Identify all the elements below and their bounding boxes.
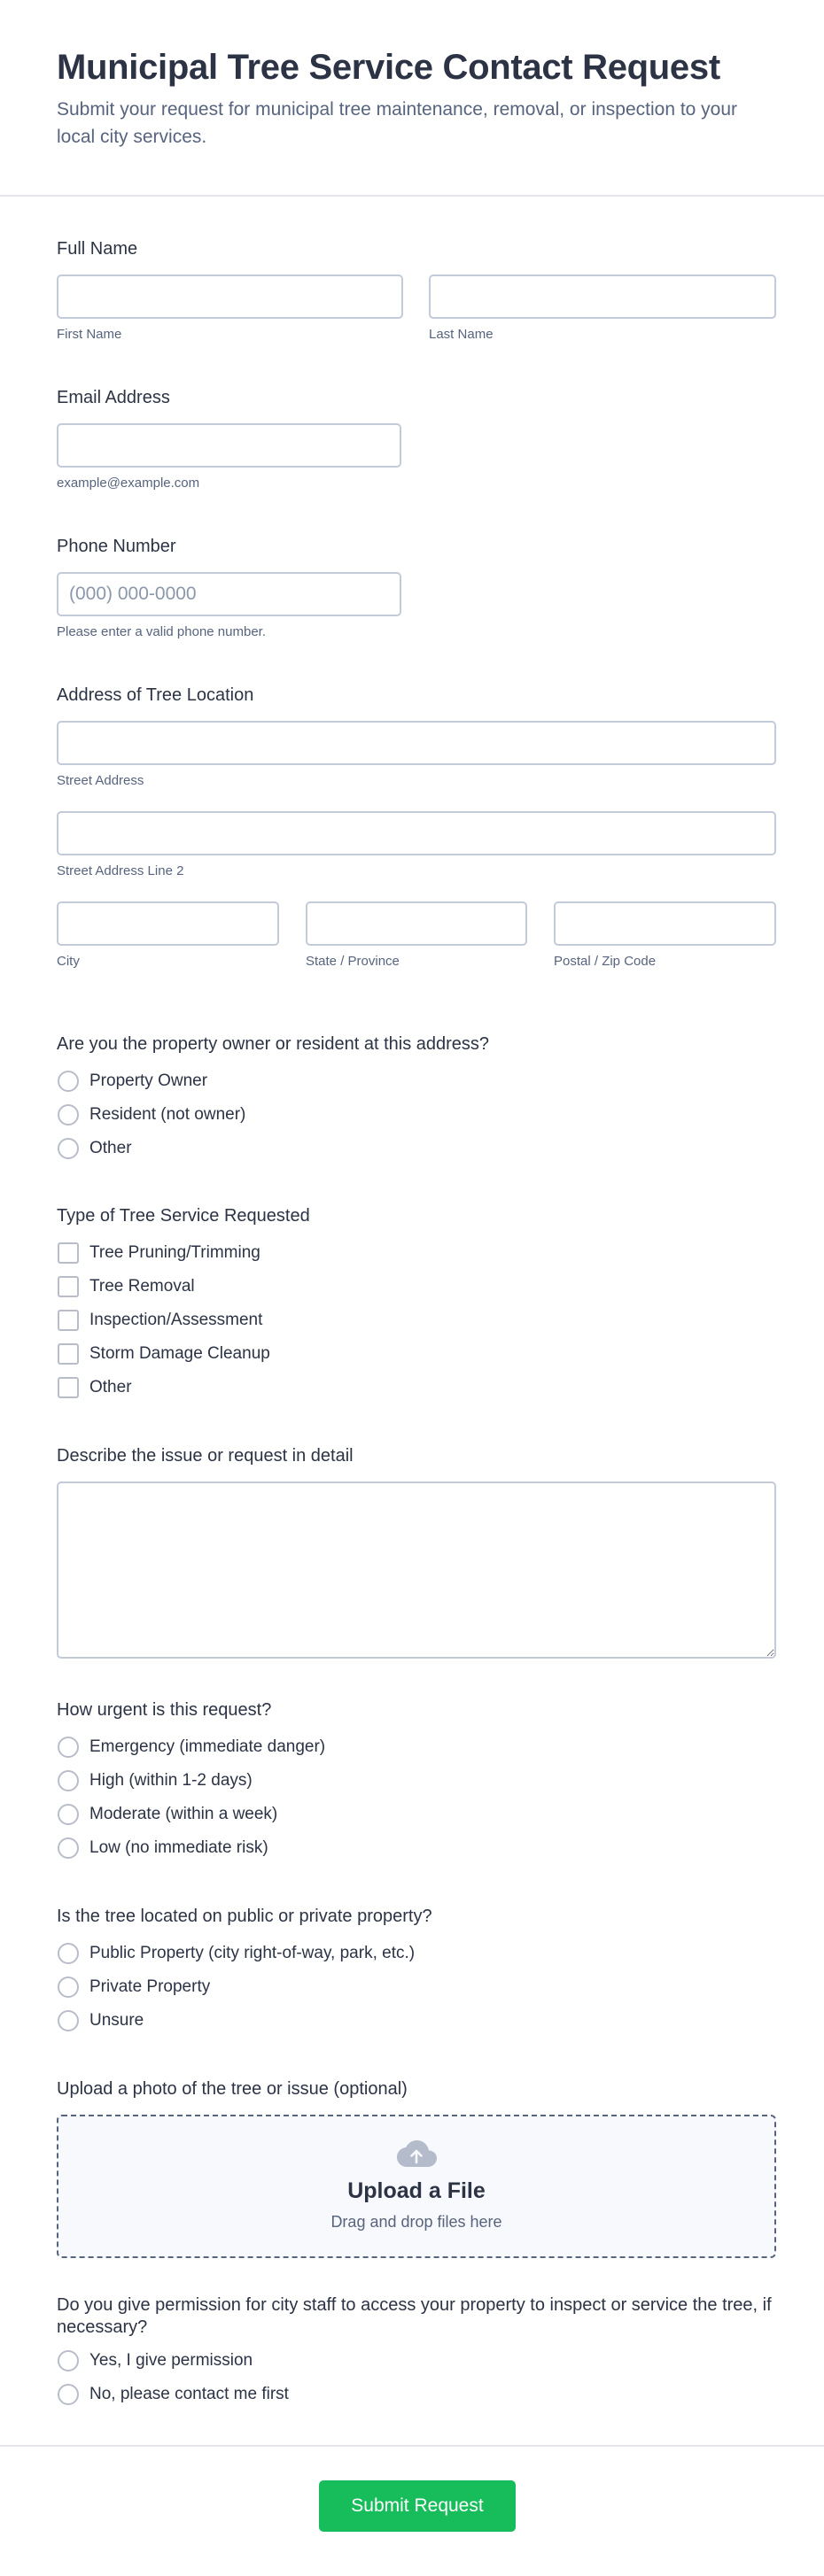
service-option-pruning[interactable]: Tree Pruning/Trimming [57,1236,776,1270]
phone-input[interactable] [57,572,401,616]
street-address-sublabel: Street Address [57,773,144,788]
radio-button[interactable] [58,1770,79,1791]
radio-button[interactable] [58,1104,79,1126]
permission-label: Do you give permission for city staff to… [57,2295,772,2337]
service-option-removal[interactable]: Tree Removal [57,1270,776,1303]
radio-button[interactable] [58,1837,79,1859]
city-sublabel: City [57,954,80,969]
radio-button[interactable] [58,2010,79,2031]
form-footer: Submit Request [0,2445,824,2576]
upload-label: Upload a photo of the tree or issue (opt… [57,2079,408,2099]
service-type-label: Type of Tree Service Requested [57,1206,310,1226]
email-sublabel: example@example.com [57,476,200,491]
address-field-group: Address of Tree Location Street Address … [57,684,776,971]
zip-sublabel: Postal / Zip Code [554,954,657,969]
service-option-storm-damage[interactable]: Storm Damage Cleanup [57,1337,776,1371]
service-option-inspection[interactable]: Inspection/Assessment [57,1303,776,1337]
first-name-input[interactable] [57,275,403,319]
checkbox[interactable] [58,1242,79,1264]
radio-button[interactable] [58,2384,79,2405]
ownership-option-other[interactable]: Other [57,1132,776,1165]
ownership-label: Are you the property owner or resident a… [57,1034,490,1054]
permission-option-no[interactable]: No, please contact me first [57,2378,776,2411]
urgency-field: How urgent is this request? Emergency (i… [57,1698,776,1865]
radio-button[interactable] [58,1976,79,1998]
zip-input[interactable] [554,901,776,946]
email-input[interactable] [57,423,401,468]
checkbox[interactable] [58,1343,79,1365]
phone-label: Phone Number [57,537,176,556]
upload-dropzone[interactable]: Upload a File Drag and drop files here [57,2115,776,2258]
property-option-public[interactable]: Public Property (city right-of-way, park… [57,1937,776,1970]
permission-option-yes[interactable]: Yes, I give permission [57,2344,776,2378]
last-name-sublabel: Last Name [429,327,494,342]
details-label: Describe the issue or request in detail [57,1446,354,1466]
email-label: Email Address [57,388,170,407]
phone-field-group: Phone Number Please enter a valid phone … [57,535,776,641]
full-name-label: Full Name [57,239,138,259]
ownership-option-property-owner[interactable]: Property Owner [57,1064,776,1098]
first-name-sublabel: First Name [57,327,122,342]
radio-button[interactable] [58,1071,79,1092]
upload-field: Upload a photo of the tree or issue (opt… [57,2077,776,2258]
form-header: Municipal Tree Service Contact Request S… [0,0,824,197]
property-type-label: Is the tree located on public or private… [57,1907,432,1926]
checkbox[interactable] [58,1377,79,1398]
radio-button[interactable] [58,1737,79,1758]
form-title: Municipal Tree Service Contact Request [57,48,720,87]
cloud-upload-icon [397,2140,437,2167]
full-name-field: Full Name First Name Last Name [57,237,776,344]
street-address-line2-input[interactable] [57,811,776,855]
service-type-field: Type of Tree Service Requested Tree Prun… [57,1204,776,1404]
checkbox[interactable] [58,1310,79,1331]
urgency-option-emergency[interactable]: Emergency (immediate danger) [57,1730,776,1764]
property-type-field: Is the tree located on public or private… [57,1905,776,2038]
street-address-input[interactable] [57,721,776,765]
service-option-other[interactable]: Other [57,1371,776,1404]
form-page: Municipal Tree Service Contact Request S… [0,0,824,2576]
phone-sublabel: Please enter a valid phone number. [57,624,266,639]
checkbox[interactable] [58,1276,79,1297]
email-field-group: Email Address example@example.com [57,386,776,492]
details-field: Describe the issue or request in detail [57,1444,776,1659]
urgency-option-low[interactable]: Low (no immediate risk) [57,1831,776,1865]
radio-button[interactable] [58,1804,79,1825]
radio-button[interactable] [58,1138,79,1159]
form-description: Submit your request for municipal tree m… [57,99,738,147]
urgency-label: How urgent is this request? [57,1700,272,1720]
street-address-line2-sublabel: Street Address Line 2 [57,863,184,878]
submit-button[interactable]: Submit Request [319,2480,516,2532]
upload-subtitle: Drag and drop files here [330,2213,502,2231]
radio-button[interactable] [58,1943,79,1964]
upload-title: Upload a File [347,2178,486,2203]
property-option-unsure[interactable]: Unsure [57,2004,776,2038]
address-label: Address of Tree Location [57,685,254,705]
state-sublabel: State / Province [306,954,400,969]
property-option-private[interactable]: Private Property [57,1970,776,2004]
details-textarea[interactable] [57,1481,776,1659]
urgency-option-moderate[interactable]: Moderate (within a week) [57,1798,776,1831]
ownership-field: Are you the property owner or resident a… [57,1033,776,1165]
radio-button[interactable] [58,2350,79,2371]
city-input[interactable] [57,901,279,946]
ownership-option-resident[interactable]: Resident (not owner) [57,1098,776,1132]
urgency-option-high[interactable]: High (within 1-2 days) [57,1764,776,1798]
state-input[interactable] [306,901,527,946]
last-name-input[interactable] [429,275,776,319]
permission-field: Do you give permission for city staff to… [57,2294,776,2411]
